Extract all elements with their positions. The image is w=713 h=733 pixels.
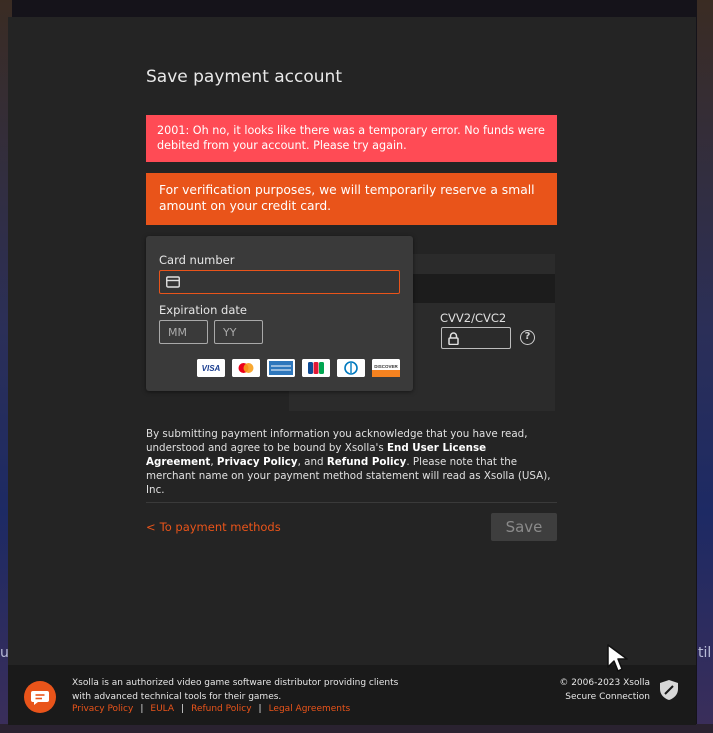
svg-text:VISA: VISA [202,364,221,373]
back-to-payment-methods-link[interactable]: < To payment methods [146,520,281,534]
footer-separator: | [258,704,262,714]
footer-legal-agreements-link[interactable]: Legal Agreements [269,704,351,714]
divider [146,502,557,503]
expiration-date-label: Expiration date [159,303,247,317]
save-button[interactable]: Save [491,513,557,541]
cvv-label: CVV2/CVC2 [440,311,507,325]
footer: Xsolla is an authorized video game softw… [8,665,696,725]
cvv-input[interactable] [441,327,511,349]
jcb-logo [302,359,330,377]
shield-icon [660,680,678,700]
credit-card-icon [166,276,180,288]
visa-logo: VISA [197,359,225,377]
legal-notice: By submitting payment information you ac… [146,427,557,497]
chat-icon [31,691,49,705]
secure-connection-text: Secure Connection [565,692,650,702]
footer-separator: | [140,704,144,714]
verification-notice: For verification purposes, we will tempo… [146,173,557,225]
mouse-cursor-icon [607,644,628,672]
mastercard-logo [232,359,260,377]
footer-privacy-policy-link[interactable]: Privacy Policy [72,704,133,714]
copyright-text: © 2006-2023 Xsolla [559,678,650,688]
card-front-panel: Card number Expiration date MM YY VISA D… [146,236,413,391]
privacy-policy-link[interactable]: Privacy Policy [217,456,298,468]
error-alert-text: 2001: Oh no, it looks like there was a t… [157,124,545,152]
copyright: © 2006-2023 Xsolla Secure Connection [508,676,650,704]
lock-icon [448,332,459,345]
support-chat-button[interactable] [24,681,56,713]
discover-logo: DISCOVER [372,359,400,377]
amex-logo [267,359,295,377]
footer-eula-link[interactable]: EULA [150,704,174,714]
verification-notice-text: For verification purposes, we will tempo… [159,183,535,213]
expiration-month-input[interactable]: MM [159,320,208,344]
svg-text:DISCOVER: DISCOVER [374,364,398,369]
legal-text-3: , and [297,456,327,468]
card-number-label: Card number [159,253,235,267]
payment-modal: Save payment account 2001: Oh no, it loo… [8,17,696,725]
page-title: Save payment account [146,67,342,87]
expiration-year-input[interactable]: YY [214,320,263,344]
refund-policy-link[interactable]: Refund Policy [327,456,407,468]
footer-refund-policy-link[interactable]: Refund Policy [191,704,251,714]
footer-separator: | [181,704,185,714]
chevron-left-icon: < [146,520,156,534]
background-text-right: til [698,645,712,661]
error-alert: 2001: Oh no, it looks like there was a t… [146,115,557,162]
footer-description: Xsolla is an authorized video game softw… [72,678,399,702]
background-right-edge [697,0,713,733]
footer-links: Privacy Policy | EULA | Refund Policy | Legal … [72,704,350,714]
card-number-input[interactable] [159,270,400,294]
cvv-help-icon[interactable]: ? [520,330,535,345]
back-link-label: To payment methods [159,520,281,534]
diners-logo [337,359,365,377]
background-bottom-edge [0,724,713,733]
